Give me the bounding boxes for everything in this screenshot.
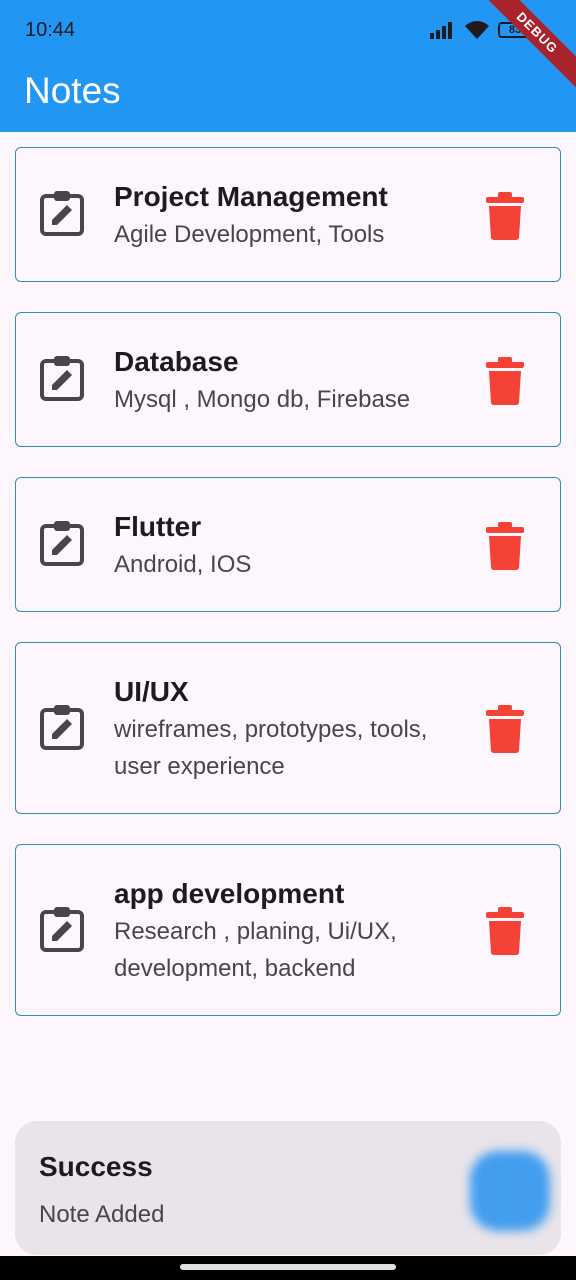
wifi-icon — [465, 21, 489, 39]
status-time: 10:44 — [25, 19, 76, 41]
clipboard-edit-icon — [40, 356, 84, 401]
note-body: Mysql , Mongo db, Firebase — [114, 386, 411, 413]
trash-icon[interactable] — [486, 357, 524, 405]
note-title: Flutter — [114, 511, 202, 542]
note-card[interactable]: Flutter Android, IOS — [15, 477, 561, 612]
trash-icon[interactable] — [486, 192, 524, 240]
clipboard-edit-icon — [40, 521, 84, 566]
snackbar-title: Success — [39, 1151, 153, 1182]
clipboard-edit-icon — [40, 907, 84, 952]
home-gesture-handle[interactable] — [180, 1264, 396, 1270]
debug-banner: DEBUG — [476, 0, 576, 94]
note-card[interactable]: Database Mysql , Mongo db, Firebase — [15, 312, 561, 447]
app-bar: 10:44 83 DEBUG Notes — [0, 0, 576, 132]
note-card[interactable]: UI/UX wireframes, prototypes, tools, use… — [15, 642, 561, 814]
clipboard-edit-icon — [40, 191, 84, 236]
system-nav-bar — [0, 1256, 576, 1280]
note-title: UI/UX — [114, 676, 189, 707]
note-title: Project Management — [114, 181, 388, 212]
page-title: Notes — [24, 70, 121, 111]
add-note-button[interactable] — [470, 1151, 550, 1231]
trash-icon[interactable] — [486, 522, 524, 570]
signal-icon — [430, 22, 452, 39]
note-body: Agile Development, Tools — [114, 221, 385, 248]
note-body: Android, IOS — [114, 551, 252, 578]
note-body: Research , planing, Ui/UX, development, … — [114, 918, 397, 982]
snackbar-message: Note Added — [39, 1201, 165, 1228]
trash-icon[interactable] — [486, 907, 524, 955]
note-card[interactable]: Project Management Agile Development, To… — [15, 147, 561, 282]
note-title: Database — [114, 346, 239, 377]
note-card[interactable]: app development Research , planing, Ui/U… — [15, 844, 561, 1016]
success-snackbar: Success Note Added — [15, 1121, 561, 1255]
clipboard-edit-icon — [40, 705, 84, 750]
notes-list: Project Management Agile Development, To… — [15, 147, 561, 1046]
trash-icon[interactable] — [486, 705, 524, 753]
note-title: app development — [114, 878, 345, 909]
note-body: wireframes, prototypes, tools, user expe… — [114, 716, 428, 780]
